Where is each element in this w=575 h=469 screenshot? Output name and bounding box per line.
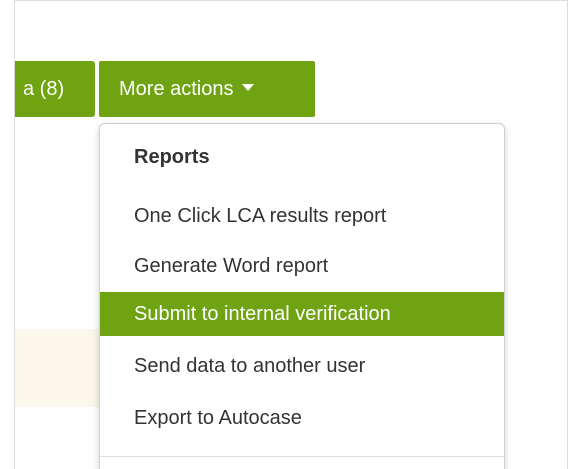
menu-item-label: Generate Word report [134,255,329,277]
menu-item-submit-internal-verification[interactable]: Submit to internal verification [100,292,504,336]
partial-action-button[interactable]: a (8) [15,61,95,117]
menu-item-label: Submit to internal verification [134,303,391,325]
menu-item-label: Send data to another user [134,355,366,377]
menu-item-export-autocase[interactable]: Export to Autocase [100,396,504,440]
more-actions-dropdown: Reports One Click LCA results report Gen… [99,123,505,469]
more-actions-button[interactable]: More actions [99,61,315,117]
menu-item-label: One Click LCA results report [134,205,387,227]
partial-action-button-label: a (8) [23,78,65,100]
menu-item-generate-word-report[interactable]: Generate Word report [100,244,504,288]
menu-section-header-reports: Reports [134,146,210,168]
menu-item-send-data-another-user[interactable]: Send data to another user [100,344,504,388]
menu-item-label: Export to Autocase [134,407,302,429]
more-actions-button-label: More actions [119,78,234,100]
menu-item-one-click-lca-report[interactable]: One Click LCA results report [100,194,504,238]
menu-divider [100,456,504,457]
app-frame: a (8) More actions Reports One Click LCA… [14,0,568,469]
caret-down-icon [241,84,254,92]
